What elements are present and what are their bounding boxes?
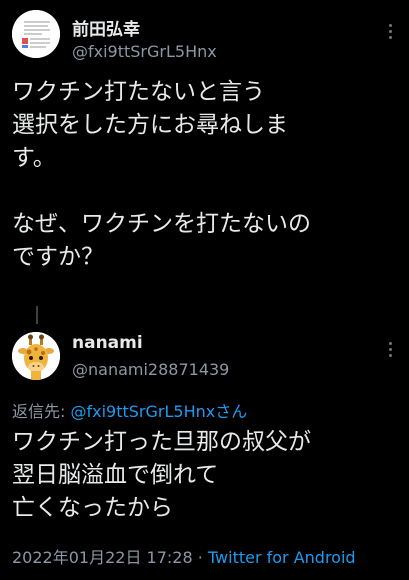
reply-tweet-text: ワクチン打った旦那の叔父が 翌日脳溢血で倒れて 亡くなったから [12, 429, 311, 521]
giraffe-avatar-icon [12, 332, 60, 380]
thread-connector-line [36, 306, 38, 324]
reply-author-handle[interactable]: @nanami28871439 [72, 360, 229, 379]
document-avatar-icon [12, 10, 60, 58]
original-tweet-text: ワクチン打たないと言う 選択をした方にお尋ねしま す。 なぜ、ワクチンを打たない… [12, 79, 311, 270]
tweet-source-link[interactable]: Twitter for Android [208, 548, 356, 567]
replying-to-line: 返信先: @fxi9ttSrGrL5Hnxさん [12, 398, 247, 422]
replying-to-link[interactable]: @fxi9ttSrGrL5Hnxさん [70, 402, 247, 421]
tweet-timestamp[interactable]: 2022年01月22日 17:28 [12, 548, 193, 567]
reply-more-options-icon[interactable] [389, 342, 393, 358]
original-author-handle[interactable]: @fxi9ttSrGrL5Hnx [72, 42, 217, 61]
original-author-name[interactable]: 前田弘幸 [72, 15, 140, 40]
original-more-options-icon[interactable] [389, 24, 393, 40]
reply-author-name[interactable]: nanami [72, 333, 143, 353]
metadata-separator: · [192, 548, 208, 567]
original-author-avatar[interactable] [12, 10, 60, 58]
replying-to-label: 返信先: [12, 402, 71, 421]
reply-author-avatar[interactable] [12, 332, 60, 380]
tweet-metadata: 2022年01月22日 17:28 · Twitter for Android [12, 544, 356, 568]
